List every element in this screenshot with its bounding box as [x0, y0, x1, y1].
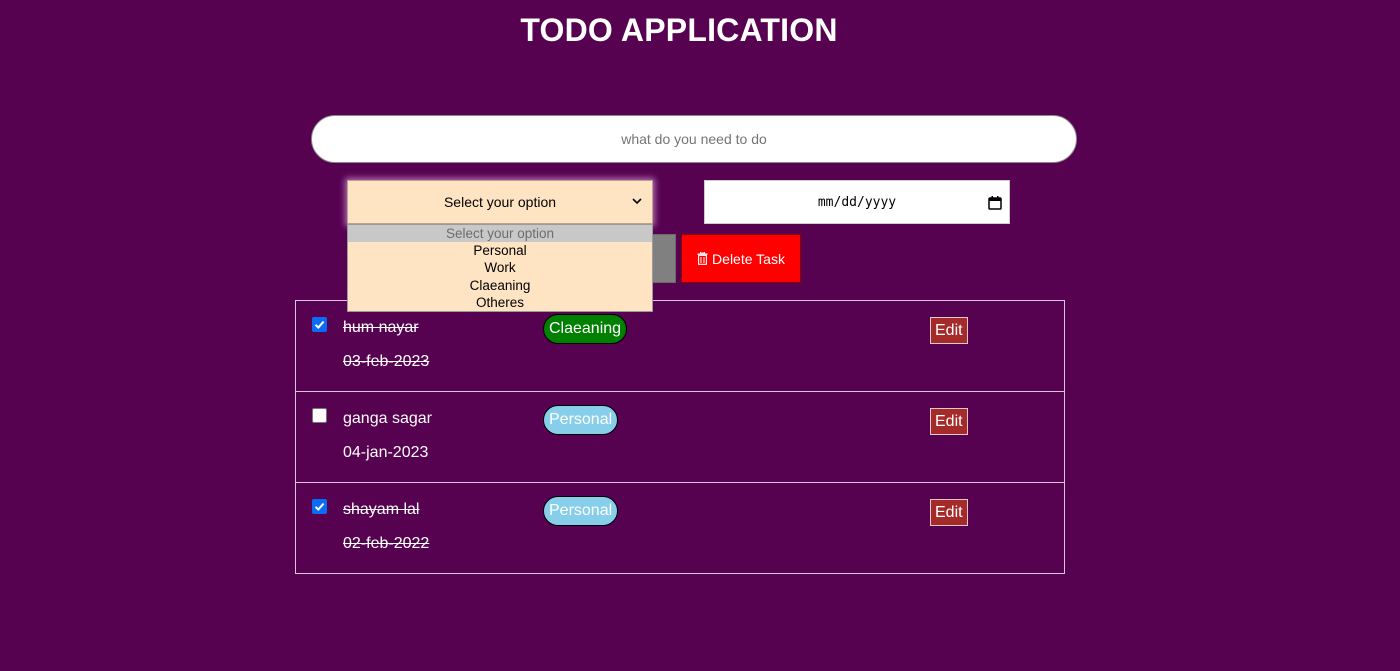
page-title: TODO APPLICATION: [520, 12, 838, 48]
task-name: ganga sagar: [343, 410, 432, 427]
task-list: hum nayar 03-feb-2023 Claeaning Edit gan…: [295, 300, 1065, 574]
task-row: shayam lal 02-feb-2022 Personal Edit: [295, 482, 1065, 574]
task-checkbox[interactable]: [312, 499, 327, 514]
task-row: hum nayar 03-feb-2023 Claeaning Edit: [295, 300, 1065, 392]
category-badge: Personal: [543, 405, 619, 435]
category-dropdown-list: Select your option Personal Work Claeani…: [347, 224, 653, 312]
category-badge: Personal: [543, 496, 619, 526]
checkmark-icon: [314, 320, 325, 329]
task-date: 04-jan-2023: [343, 444, 429, 461]
edit-button[interactable]: Edit: [930, 408, 968, 435]
task-checkbox[interactable]: [312, 317, 327, 332]
trash-icon: [697, 252, 708, 265]
date-input-placeholder: mm/dd/yyyy: [817, 194, 897, 210]
dropdown-option-cleaning[interactable]: Claeaning: [348, 277, 652, 294]
task-row: ganga sagar 04-jan-2023 Personal Edit: [295, 391, 1065, 483]
edit-button[interactable]: Edit: [930, 499, 968, 526]
todo-app: TODO APPLICATION Select your option mm/d…: [0, 0, 1400, 671]
dropdown-option-others[interactable]: Otheres: [348, 294, 652, 311]
category-select-value: Select your option: [443, 194, 557, 210]
checkmark-icon: [314, 502, 325, 511]
delete-task-button[interactable]: Delete Task: [681, 234, 801, 283]
date-input[interactable]: mm/dd/yyyy: [704, 180, 1010, 224]
task-name: hum nayar: [343, 319, 419, 336]
delete-task-label: Delete Task: [712, 250, 785, 267]
dropdown-option-work[interactable]: Work: [348, 259, 652, 276]
task-input[interactable]: [311, 115, 1077, 163]
category-select[interactable]: Select your option: [347, 180, 653, 224]
task-date: 02-feb-2022: [343, 535, 430, 552]
edit-button[interactable]: Edit: [930, 317, 968, 344]
task-checkbox[interactable]: [312, 408, 327, 423]
dropdown-option-personal[interactable]: Personal: [348, 242, 652, 259]
task-date: 03-feb-2023: [343, 353, 430, 370]
dropdown-option-select[interactable]: Select your option: [348, 225, 652, 243]
task-name: shayam lal: [343, 501, 420, 518]
chevron-down-icon: [632, 198, 642, 205]
calendar-icon[interactable]: [987, 195, 1003, 211]
category-badge: Claeaning: [543, 314, 628, 344]
